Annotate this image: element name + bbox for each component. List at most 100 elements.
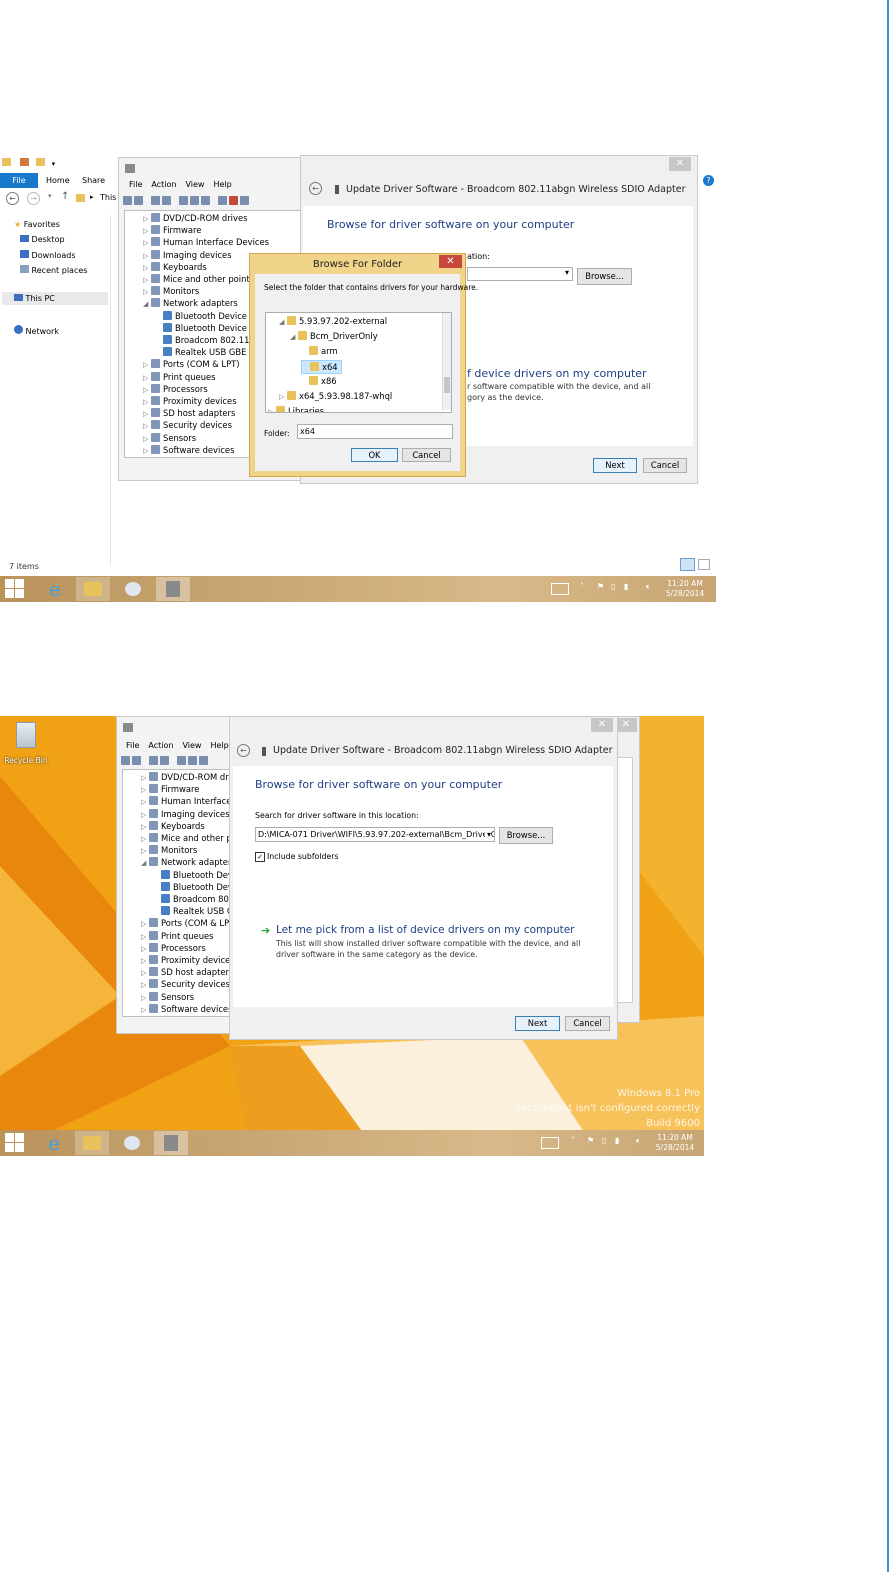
tree-node[interactable]: ▷ DVD/CD-ROM drives — [143, 212, 247, 224]
ribbon-tab-file[interactable]: File — [0, 173, 38, 188]
include-subfolders-label[interactable]: Include subfolders — [267, 852, 339, 861]
tree-node[interactable]: ◢ 5.93.97.202-external — [279, 315, 387, 327]
nav-desktop[interactable]: Desktop — [20, 235, 65, 244]
tree-node[interactable]: ▷ Processors — [141, 942, 206, 954]
forward-icon[interactable] — [134, 196, 143, 205]
nav-recent-places[interactable]: Recent places — [20, 265, 87, 275]
collapsed-arrow-icon[interactable]: ▷ — [141, 967, 149, 979]
tree-node[interactable]: ▷ Ports (COM & LPT — [141, 917, 234, 929]
collapsed-arrow-icon[interactable]: ▷ — [143, 408, 151, 420]
back-icon[interactable] — [123, 196, 132, 205]
collapsed-arrow-icon[interactable]: ▷ — [143, 396, 151, 408]
tree-node[interactable]: ▷ Keyboards — [141, 820, 205, 832]
tree-node[interactable]: ▷ Sensors — [141, 991, 194, 1003]
path-combo[interactable]: ▾ — [467, 267, 573, 281]
collapsed-arrow-icon[interactable]: ▷ — [143, 250, 151, 262]
cancel-button[interactable]: Cancel — [402, 448, 451, 462]
collapsed-arrow-icon[interactable]: ▷ — [141, 931, 149, 943]
flag-icon[interactable]: ⚑ — [597, 582, 604, 591]
properties-icon[interactable] — [149, 756, 158, 765]
collapsed-arrow-icon[interactable]: ▷ — [141, 809, 149, 821]
close-icon[interactable]: ✕ — [591, 718, 613, 732]
expanded-arrow-icon[interactable]: ◢ — [141, 857, 149, 869]
collapsed-arrow-icon[interactable]: ▷ — [143, 445, 151, 457]
menu-view[interactable]: View — [185, 180, 204, 189]
uninstall-icon[interactable] — [229, 196, 238, 205]
tree-node[interactable]: ▷ Human Interface D — [141, 795, 235, 808]
scrollbar-thumb[interactable] — [444, 377, 450, 393]
collapsed-arrow-icon[interactable]: ▷ — [141, 845, 149, 857]
collapsed-arrow-icon[interactable]: ▷ — [141, 992, 149, 1004]
tree-node[interactable]: Broadcom 802 — [153, 893, 234, 905]
collapsed-arrow-icon[interactable]: ▷ — [141, 918, 149, 930]
browse-button[interactable]: Browse... — [499, 827, 553, 844]
tree-node[interactable]: ◢ Bcm_DriverOnly — [290, 330, 378, 342]
collapsed-arrow-icon[interactable]: ▷ — [141, 796, 149, 808]
forward-icon[interactable] — [132, 756, 141, 765]
ribbon-tab-home[interactable]: Home — [46, 176, 70, 185]
tree-node[interactable]: ▷ SD host adapters — [143, 407, 235, 419]
browse-button[interactable]: Browse... — [577, 268, 632, 285]
tree-node[interactable]: ▷ Processors — [143, 383, 208, 395]
collapsed-arrow-icon[interactable]: ▷ — [141, 821, 149, 833]
power-icon[interactable]: ▯ — [611, 582, 615, 591]
disable-icon[interactable] — [240, 196, 249, 205]
collapsed-arrow-icon[interactable]: ▷ — [268, 406, 276, 412]
network-signal-icon[interactable]: ▮ — [624, 582, 628, 591]
tree-node[interactable]: Bluetooth Device ( — [155, 322, 253, 334]
cancel-button[interactable]: Cancel — [565, 1016, 610, 1031]
collapsed-arrow-icon[interactable]: ▷ — [143, 262, 151, 274]
expanded-arrow-icon[interactable]: ◢ — [290, 331, 298, 343]
forward-icon[interactable]: → — [27, 192, 40, 205]
tree-node[interactable]: ▷ Firmware — [143, 224, 201, 236]
close-icon[interactable]: ✕ — [439, 255, 462, 268]
tree-node[interactable]: x86 — [301, 375, 337, 387]
back-icon[interactable]: ← — [6, 192, 19, 205]
folder-tree[interactable]: ◢ 5.93.97.202-external ◢ Bcm_DriverOnly arm x… — [265, 312, 452, 413]
collapsed-arrow-icon[interactable]: ▷ — [143, 372, 151, 384]
collapsed-arrow-icon[interactable]: ▷ — [141, 955, 149, 967]
tree-node[interactable]: ▷ Ports (COM & LPT) — [143, 358, 240, 370]
keyboard-icon[interactable] — [541, 1137, 559, 1149]
file-explorer-icon[interactable] — [75, 1131, 109, 1155]
path-combo[interactable]: D:\MICA-071 Driver\WIFI\5.93.97.202-exte… — [255, 827, 495, 842]
tree-node[interactable]: ▷ Security devices — [143, 419, 232, 431]
tree-node[interactable]: ▷ Print queues — [143, 371, 216, 383]
collapsed-arrow-icon[interactable]: ▷ — [141, 1004, 149, 1016]
tree-node[interactable]: ▷ Proximity devices — [143, 395, 237, 407]
collapsed-arrow-icon[interactable]: ▷ — [143, 213, 151, 225]
expanded-arrow-icon[interactable]: ◢ — [143, 298, 151, 310]
menu-help[interactable]: Help — [213, 180, 231, 189]
flag-icon[interactable]: ⚑ — [587, 1136, 594, 1145]
tree-node[interactable]: ▷ x64_5.93.98.187-whql — [279, 390, 392, 402]
tree-node[interactable]: ◢ Network adapters — [143, 297, 238, 309]
tree-node[interactable]: ▷ Mice and other pointin — [143, 273, 257, 285]
tree-node[interactable]: ▷ Monitors — [143, 285, 199, 297]
tree-node[interactable]: ▷ Keyboards — [143, 261, 207, 273]
help-icon[interactable] — [177, 756, 186, 765]
tree-node[interactable]: ▷ Human Interface Devices — [143, 236, 269, 248]
tree-node[interactable]: ▷ Libraries — [268, 405, 324, 412]
tree-node[interactable]: ▷ Imaging devices — [141, 808, 230, 820]
collapsed-arrow-icon[interactable]: ▷ — [279, 391, 287, 403]
pick-list-link[interactable]: Let me pick from a list of device driver… — [276, 924, 575, 936]
tree-node[interactable]: ▷ SD host adapters — [141, 966, 233, 978]
menu-action[interactable]: Action — [148, 741, 173, 750]
nav-downloads[interactable]: Downloads — [20, 250, 75, 260]
volume-icon[interactable]: 🔈︎ — [646, 582, 651, 592]
quick-access-toolbar[interactable]: ▾ — [2, 158, 62, 170]
tree-node[interactable]: ▷ Monitors — [141, 844, 197, 856]
collapsed-arrow-icon[interactable]: ▷ — [143, 384, 151, 396]
keyboard-icon[interactable] — [551, 583, 569, 595]
view-icon[interactable] — [190, 196, 199, 205]
clock[interactable]: 11:20 AM 5/28/2014 — [660, 579, 710, 599]
network-signal-icon[interactable]: ▮ — [615, 1136, 619, 1145]
collapsed-arrow-icon[interactable]: ▷ — [143, 420, 151, 432]
tree-node[interactable]: ▷ Proximity devices — [141, 954, 235, 966]
menu-file[interactable]: File — [129, 180, 142, 189]
tree-node[interactable]: Realtek USB G — [153, 905, 233, 917]
back-icon[interactable] — [121, 756, 130, 765]
power-icon[interactable]: ▯ — [602, 1136, 606, 1145]
tree-node[interactable]: Bluetooth Dev — [153, 881, 233, 893]
nav-network[interactable]: Network — [14, 325, 59, 336]
